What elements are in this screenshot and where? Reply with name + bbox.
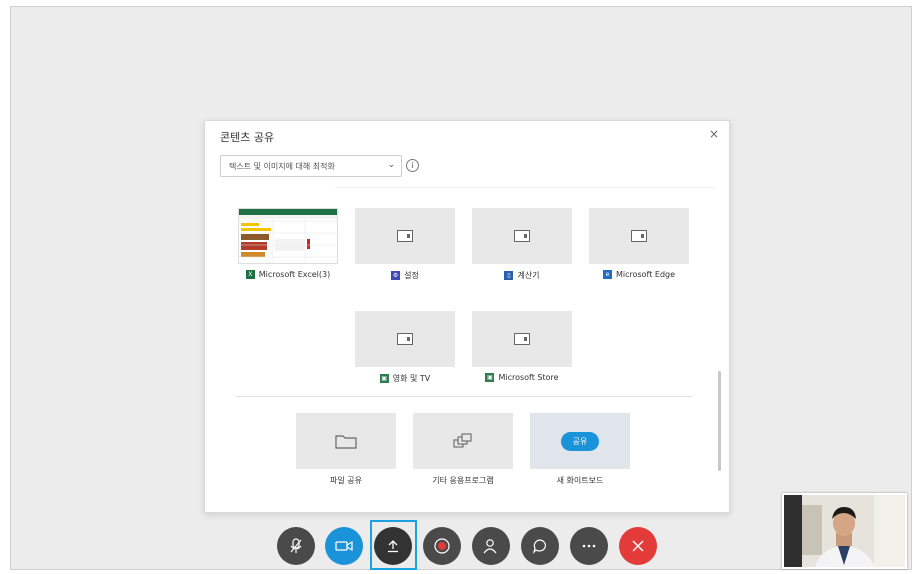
window-label-calculator: ▯ 계산기 <box>457 270 587 281</box>
window-label-edge: e Microsoft Edge <box>574 270 704 279</box>
close-icon <box>632 540 644 552</box>
self-view-video[interactable] <box>782 493 907 569</box>
dialog-title: 콘텐츠 공유 <box>220 131 275 144</box>
video-button[interactable] <box>325 527 363 565</box>
excel-thumbnail <box>239 209 337 263</box>
window-tile-calculator[interactable] <box>472 208 572 264</box>
share-button[interactable]: 공유 <box>560 431 600 451</box>
window-tile-store[interactable] <box>472 311 572 367</box>
info-icon[interactable]: i <box>406 159 419 172</box>
optimize-select-value: 텍스트 및 이미지에 대해 최적화 <box>229 162 335 171</box>
mic-off-icon <box>290 538 302 553</box>
window-tile-edge[interactable] <box>589 208 689 264</box>
more-icon <box>582 544 596 548</box>
file-share-label: 파일 공유 <box>330 476 362 485</box>
window-label-excel: X Microsoft Excel(3) <box>223 270 353 279</box>
chat-icon <box>532 539 546 554</box>
self-view-person <box>784 495 905 567</box>
camera-icon <box>335 540 353 552</box>
folder-icon <box>335 435 357 449</box>
store-icon: ▣ <box>485 373 495 382</box>
window-tile-excel[interactable] <box>238 208 338 264</box>
window-icon <box>397 333 413 345</box>
excel-icon: X <box>245 270 255 279</box>
share-highlight-frame <box>370 520 417 570</box>
calculator-icon: ▯ <box>504 271 514 280</box>
chevron-down-icon: ⌄ <box>387 160 395 170</box>
optimize-select[interactable]: 텍스트 및 이미지에 대해 최적화 ⌄ <box>220 155 402 177</box>
leave-button[interactable] <box>619 527 657 565</box>
divider <box>235 396 693 397</box>
window-label-settings: ⚙ 설정 <box>391 271 419 280</box>
more-button[interactable] <box>570 527 608 565</box>
edge-icon: e <box>602 270 612 279</box>
other-apps-icon <box>453 433 472 448</box>
file-share-tile[interactable] <box>296 413 396 469</box>
share-content-dialog: 콘텐츠 공유 × 텍스트 및 이미지에 대해 최적화 ⌄ i X Microso… <box>204 120 730 513</box>
settings-icon: ⚙ <box>391 271 401 280</box>
whiteboard-tile[interactable]: 공유 <box>530 413 630 469</box>
window-icon <box>631 230 647 242</box>
movies-tv-icon: ▣ <box>379 374 389 383</box>
whiteboard-label: 새 화이트보드 <box>556 476 604 485</box>
mute-button[interactable] <box>277 527 315 565</box>
window-icon <box>514 230 530 242</box>
scrollbar[interactable] <box>718 371 721 471</box>
chat-button[interactable] <box>521 527 559 565</box>
window-icon <box>514 333 530 345</box>
record-button[interactable] <box>423 527 461 565</box>
window-icon <box>397 230 413 242</box>
participants-icon <box>483 539 497 554</box>
participants-button[interactable] <box>472 527 510 565</box>
other-apps-tile[interactable] <box>413 413 513 469</box>
window-tile-movies-tv[interactable] <box>355 311 455 367</box>
close-icon[interactable]: × <box>709 127 719 141</box>
window-tile-settings[interactable] <box>355 208 455 264</box>
divider <box>335 187 715 188</box>
other-apps-label: 기타 응용프로그램 <box>432 476 494 485</box>
record-icon <box>434 538 450 554</box>
window-label-movies-tv: ▣ 영화 및 TV <box>379 374 431 383</box>
window-label-store: ▣ Microsoft Store <box>485 373 559 382</box>
